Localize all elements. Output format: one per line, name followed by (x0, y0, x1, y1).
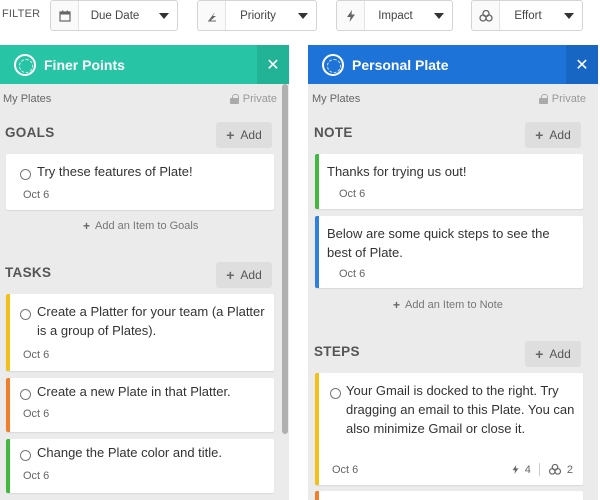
list-item[interactable]: Below are some quick steps to see the be… (315, 216, 583, 288)
filter-label: FILTER (2, 8, 41, 20)
section-goals: GOALS + Add Try these features of Plate!… (0, 112, 289, 252)
item-date: Oct 6 (339, 188, 366, 200)
item-text: Thanks for trying us out! (327, 164, 467, 179)
lightning-icon (337, 1, 365, 30)
plate-meta: My Plates Private (0, 84, 289, 112)
owner-label: My Plates (3, 93, 52, 105)
stat-divider (538, 463, 540, 476)
plus-icon: + (226, 267, 235, 283)
item-date: Oct 6 (339, 268, 366, 280)
plus-icon: + (393, 298, 401, 312)
plate-logo-icon (322, 53, 344, 76)
chevron-down-icon (556, 12, 582, 19)
effort-filter[interactable]: Effort (471, 0, 583, 31)
chevron-down-icon (426, 12, 452, 19)
section-title: GOALS (5, 125, 55, 140)
priority-filter[interactable]: Priority (197, 0, 317, 31)
due-date-filter[interactable]: Due Date (50, 0, 178, 31)
plate-meta: My Plates Private (308, 84, 598, 112)
item-date: Oct 6 (23, 408, 50, 420)
plus-icon: + (83, 219, 91, 233)
privacy-label: Private (242, 93, 277, 105)
add-item-link[interactable]: + Add an Item to Note (393, 298, 503, 312)
plate-title: Finer Points (44, 56, 125, 73)
impact-filter[interactable]: Impact (336, 0, 453, 31)
effort-icon (472, 1, 500, 30)
effort-filter-label: Effort (514, 9, 542, 22)
chevron-down-icon (151, 12, 177, 19)
section-title: NOTE (314, 125, 353, 140)
item-stats: 4 2 (511, 463, 573, 476)
complete-radio[interactable] (330, 388, 341, 399)
section-steps: STEPS + Add Your Gmail is docked to the … (308, 331, 598, 500)
section-title: TASKS (5, 265, 52, 280)
item-text: Your Gmail is docked to the right. Try d… (346, 383, 575, 436)
plus-icon: + (535, 127, 544, 143)
add-button[interactable]: + Add (216, 262, 272, 288)
list-item[interactable] (315, 491, 583, 500)
item-date: Oct 6 (23, 189, 50, 201)
close-plate-button[interactable]: ✕ (257, 45, 289, 84)
add-button-label: Add (549, 128, 571, 142)
plate-finer-points: Finer Points ✕ My Plates Private GOALS +… (0, 45, 289, 500)
plus-icon: + (226, 127, 235, 143)
due-date-filter-label: Due Date (90, 9, 140, 22)
lock-icon (229, 94, 239, 104)
section-tasks: TASKS + Add Create a Platter for your te… (0, 252, 289, 500)
item-date: Oct 6 (23, 470, 50, 482)
list-item[interactable]: Create a Platter for your team (a Platte… (6, 294, 274, 371)
filter-bar: FILTER Due Date Priority Impact Effort (0, 0, 600, 34)
item-text: Change the Plate color and title. (37, 445, 223, 460)
section-title: STEPS (314, 344, 360, 359)
add-button-label: Add (549, 347, 571, 361)
item-text: Create a Platter for your team (a Platte… (37, 304, 265, 338)
complete-radio[interactable] (20, 450, 31, 461)
priority-icon (198, 1, 226, 30)
plate-header[interactable]: Finer Points ✕ (0, 45, 289, 84)
list-item[interactable]: Thanks for trying us out! Oct 6 (315, 154, 583, 209)
item-text: Try these features of Plate! (37, 164, 193, 179)
privacy-indicator[interactable]: Private (538, 93, 586, 105)
owner-label: My Plates (312, 93, 361, 105)
list-item[interactable]: Try these features of Plate! Oct 6 (6, 154, 274, 210)
close-plate-button[interactable]: ✕ (566, 45, 598, 84)
add-button-label: Add (240, 128, 262, 142)
effort-value: 2 (566, 463, 573, 476)
impact-value: 4 (524, 463, 531, 476)
privacy-label: Private (551, 93, 586, 105)
complete-radio[interactable] (20, 389, 31, 400)
priority-filter-label: Priority (240, 9, 276, 22)
add-button[interactable]: + Add (525, 341, 581, 367)
impact-filter-label: Impact (378, 9, 413, 22)
add-button[interactable]: + Add (525, 122, 581, 148)
lock-icon (538, 94, 548, 104)
item-date: Oct 6 (332, 464, 359, 476)
add-item-label: Add an Item to Goals (95, 220, 199, 232)
plus-icon: + (535, 346, 544, 362)
list-item[interactable]: Your Gmail is docked to the right. Try d… (315, 373, 583, 485)
complete-radio[interactable] (20, 309, 31, 320)
add-item-label: Add an Item to Note (405, 299, 503, 311)
item-text: Below are some quick steps to see the be… (327, 226, 550, 260)
section-note: NOTE + Add Thanks for trying us out! Oct… (308, 112, 598, 322)
item-text: Create a new Plate in that Platter. (37, 384, 231, 399)
calendar-icon (51, 1, 79, 30)
list-item[interactable]: Create a new Plate in that Platter. Oct … (6, 378, 274, 432)
plate-header[interactable]: Personal Plate ✕ (308, 45, 598, 84)
add-button-label: Add (240, 268, 262, 282)
chevron-down-icon (290, 12, 316, 19)
item-date: Oct 6 (23, 349, 50, 361)
add-item-link[interactable]: + Add an Item to Goals (83, 219, 198, 233)
plate-personal: Personal Plate ✕ My Plates Private NOTE … (308, 45, 598, 500)
lightning-icon (512, 465, 519, 474)
add-button[interactable]: + Add (216, 122, 272, 148)
complete-radio[interactable] (20, 169, 31, 180)
privacy-indicator[interactable]: Private (229, 93, 277, 105)
plate-title: Personal Plate (352, 56, 449, 73)
list-item[interactable]: Change the Plate color and title. Oct 6 (6, 439, 274, 493)
plate-logo-icon (14, 53, 36, 76)
effort-icon (548, 464, 561, 475)
